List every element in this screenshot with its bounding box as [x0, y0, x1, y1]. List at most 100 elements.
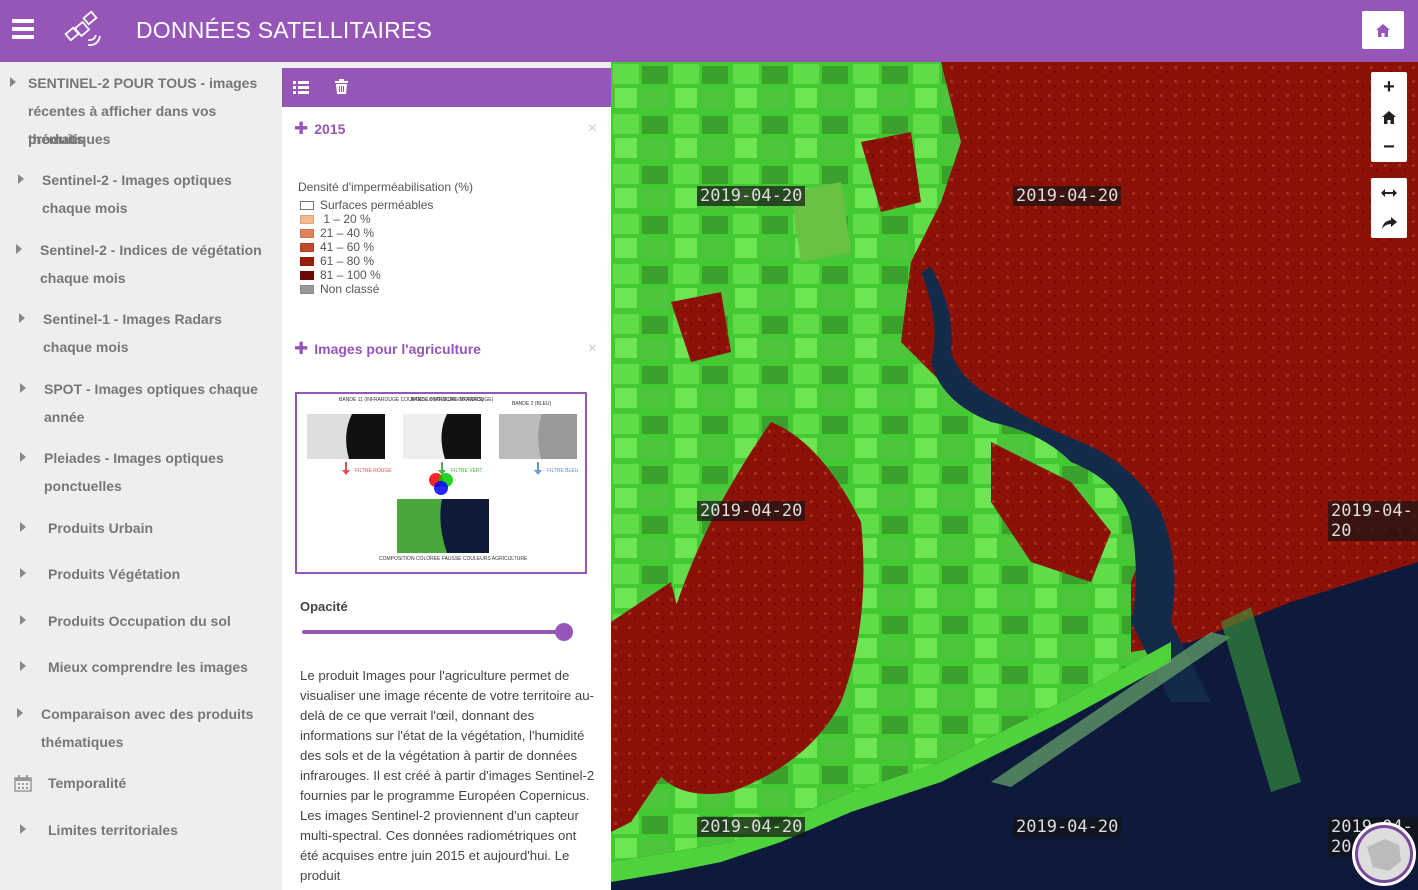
sidebar-item-label: Mieux comprendre les images — [48, 659, 248, 675]
zoom-controls: + − — [1371, 72, 1407, 162]
sidebar-item-sentinel2-optiques[interactable]: Sentinel-2 - Images optiques chaque mois — [0, 166, 274, 222]
legend-swatch — [300, 201, 314, 211]
legend-row: 41 – 60 % — [300, 240, 374, 254]
layer-2015-header[interactable]: ✚ 2015 — [294, 119, 345, 139]
calendar-icon — [14, 775, 32, 792]
map-date-label: 2019-04-20 — [697, 817, 806, 837]
sidebar-item-sentinel2-vegetation[interactable]: Sentinel-2 - Indices de végétation chaqu… — [0, 236, 274, 292]
legend-row: 81 – 100 % — [300, 268, 381, 282]
legend-swatch — [300, 215, 314, 225]
caret-right-icon — [20, 568, 26, 578]
sidebar-item-mieux-comprendre[interactable]: Mieux comprendre les images — [0, 653, 274, 681]
app-header: DONNÉES SATELLITAIRES — [0, 0, 1418, 62]
map-date-label: 2019-04-20 — [1013, 186, 1122, 206]
remove-layer-2015-button[interactable]: × — [588, 120, 597, 138]
caret-right-icon — [16, 244, 22, 254]
opacity-slider-track[interactable] — [302, 630, 565, 634]
satellite-icon — [64, 10, 101, 46]
zoom-in-button[interactable]: + — [1371, 72, 1407, 102]
legend-label: Non classé — [320, 282, 380, 296]
sidebar-item-label: chaque mois — [42, 200, 128, 216]
caret-right-icon — [10, 77, 16, 87]
app-title: DONNÉES SATELLITAIRES — [136, 17, 433, 43]
legend-row: 21 – 40 % — [300, 226, 374, 240]
sidebar-item-label: Limites territoriales — [48, 822, 178, 838]
remove-layer-agriculture-button[interactable]: × — [588, 340, 597, 358]
layer-catalog-sidebar: SENTINEL-2 POUR TOUS - images récentes à… — [0, 62, 274, 890]
expand-plus-icon: ✚ — [294, 119, 309, 138]
sidebar-item-label: Produits Urbain — [48, 520, 154, 536]
sidebar-item-occupation-sol[interactable]: Produits Occupation du sol — [0, 607, 274, 635]
active-layers-panel: ✚ 2015 × Densité d'imperméabilisation (%)… — [282, 68, 611, 890]
caret-right-icon — [20, 452, 26, 462]
sidebar-item-label: année — [44, 409, 85, 425]
layer-agriculture-header[interactable]: ✚ Images pour l'agriculture — [294, 339, 481, 359]
sidebar-item-label: Pleiades - Images optiques — [44, 450, 224, 466]
layer-description: Le produit Images pour l'agriculture per… — [300, 668, 595, 883]
filter-blue-caption: FILTRE BLEU — [547, 468, 579, 474]
sidebar-item-produits-urbain[interactable]: Produits Urbain — [0, 514, 274, 542]
legend-row: Non classé — [300, 282, 379, 296]
legend-swatch — [300, 257, 314, 267]
legend-row: 61 – 80 % — [300, 254, 374, 268]
map-tool-controls — [1371, 178, 1407, 238]
sidebar-item-label: SENTINEL-2 POUR TOUS - images — [28, 75, 258, 91]
sidebar-item-label: SPOT - Images optiques chaque — [44, 381, 258, 397]
legend-label: 1 – 20 % — [320, 212, 371, 226]
sidebar-item-spot[interactable]: SPOT - Images optiques chaque année — [0, 375, 274, 431]
caret-right-icon — [20, 383, 26, 393]
sidebar-item-label: thématiques — [28, 131, 111, 147]
sidebar-item-label: Produits Occupation du sol — [48, 613, 231, 629]
home-icon — [1376, 23, 1390, 37]
zoom-out-button[interactable]: − — [1371, 132, 1407, 162]
legend-label: 41 – 60 % — [320, 240, 375, 254]
legend-label: Surfaces perméables — [320, 198, 434, 212]
opacity-label: Opacité — [300, 599, 348, 614]
filter-red-caption: FILTRE ROUGE — [355, 468, 392, 474]
measure-button[interactable] — [1371, 178, 1407, 208]
caret-right-icon — [20, 824, 26, 834]
list-icon[interactable] — [293, 80, 309, 94]
layer-title: 2015 — [314, 121, 346, 137]
overview-map-button[interactable] — [1352, 822, 1416, 886]
hamburger-icon[interactable] — [12, 19, 34, 41]
legend-label: 61 – 80 % — [320, 254, 375, 268]
band8-caption: BANDE 8 (PROCHE INFRAROUGE) — [411, 397, 494, 403]
filter-green-caption: FILTRE VERT — [451, 468, 483, 474]
home-button[interactable] — [1362, 11, 1404, 49]
expand-plus-icon: ✚ — [294, 339, 309, 358]
composition-caption: COMPOSITION COLORÉE FAUSSE COULEURS AGRI… — [379, 555, 528, 562]
sidebar-item-sentinel1-radars[interactable]: Sentinel-1 - Images Radars chaque mois — [0, 305, 274, 361]
legend-label: 21 – 40 % — [320, 226, 375, 240]
sidebar-item-label: Sentinel-2 - Images optiques — [42, 172, 232, 188]
sidebar-item-temporalite[interactable]: Temporalité — [0, 769, 274, 797]
sidebar-item-label: Produits Végétation — [48, 566, 181, 582]
caret-right-icon — [20, 522, 26, 532]
band2-caption: BANDE 2 (BLEU) — [512, 401, 552, 407]
caret-right-icon — [20, 661, 26, 671]
overview-map-icon — [1358, 828, 1410, 880]
legend-title: Densité d'imperméabilisation (%) — [298, 180, 474, 194]
sidebar-item-produits-vegetation[interactable]: Produits Végétation — [0, 560, 274, 588]
home-extent-button[interactable] — [1371, 102, 1407, 132]
sidebar-item-comparaison[interactable]: Comparaison avec des produits thématique… — [0, 700, 274, 756]
map-date-label: 2019-04-20 — [697, 186, 806, 206]
sidebar-item-label: thématiques — [41, 734, 124, 750]
home-icon — [1382, 110, 1396, 124]
map-date-label: 2019-04-20 — [1013, 817, 1122, 837]
sidebar-item-label: Sentinel-1 - Images Radars — [43, 311, 222, 327]
opacity-slider-thumb[interactable] — [555, 623, 573, 641]
sidebar-item-pleiades[interactable]: Pleiades - Images optiques ponctuelles — [0, 444, 274, 500]
trash-icon[interactable] — [335, 79, 348, 94]
legend-row: 1 – 20 % — [300, 212, 371, 226]
sidebar-item-sentinel2-pour-tous[interactable]: SENTINEL-2 POUR TOUS - images récentes à… — [0, 69, 274, 153]
sidebar-item-limites-territoriales[interactable]: Limites territoriales — [0, 816, 274, 844]
band-composition-illustration: BANDE 11 (INFRAROUGE COURTES LONGUEURS D… — [307, 397, 579, 562]
share-button[interactable] — [1371, 208, 1407, 238]
panel-toolbar — [282, 68, 611, 107]
legend-swatch — [300, 285, 314, 295]
sidebar-item-label: chaque mois — [40, 270, 126, 286]
map-view[interactable]: 2019-04-20 2019-04-20 2019-04-20 2019-04… — [611, 62, 1418, 890]
map-date-label: 2019-04-20 — [1328, 501, 1418, 541]
legend-label: 81 – 100 % — [320, 268, 381, 282]
